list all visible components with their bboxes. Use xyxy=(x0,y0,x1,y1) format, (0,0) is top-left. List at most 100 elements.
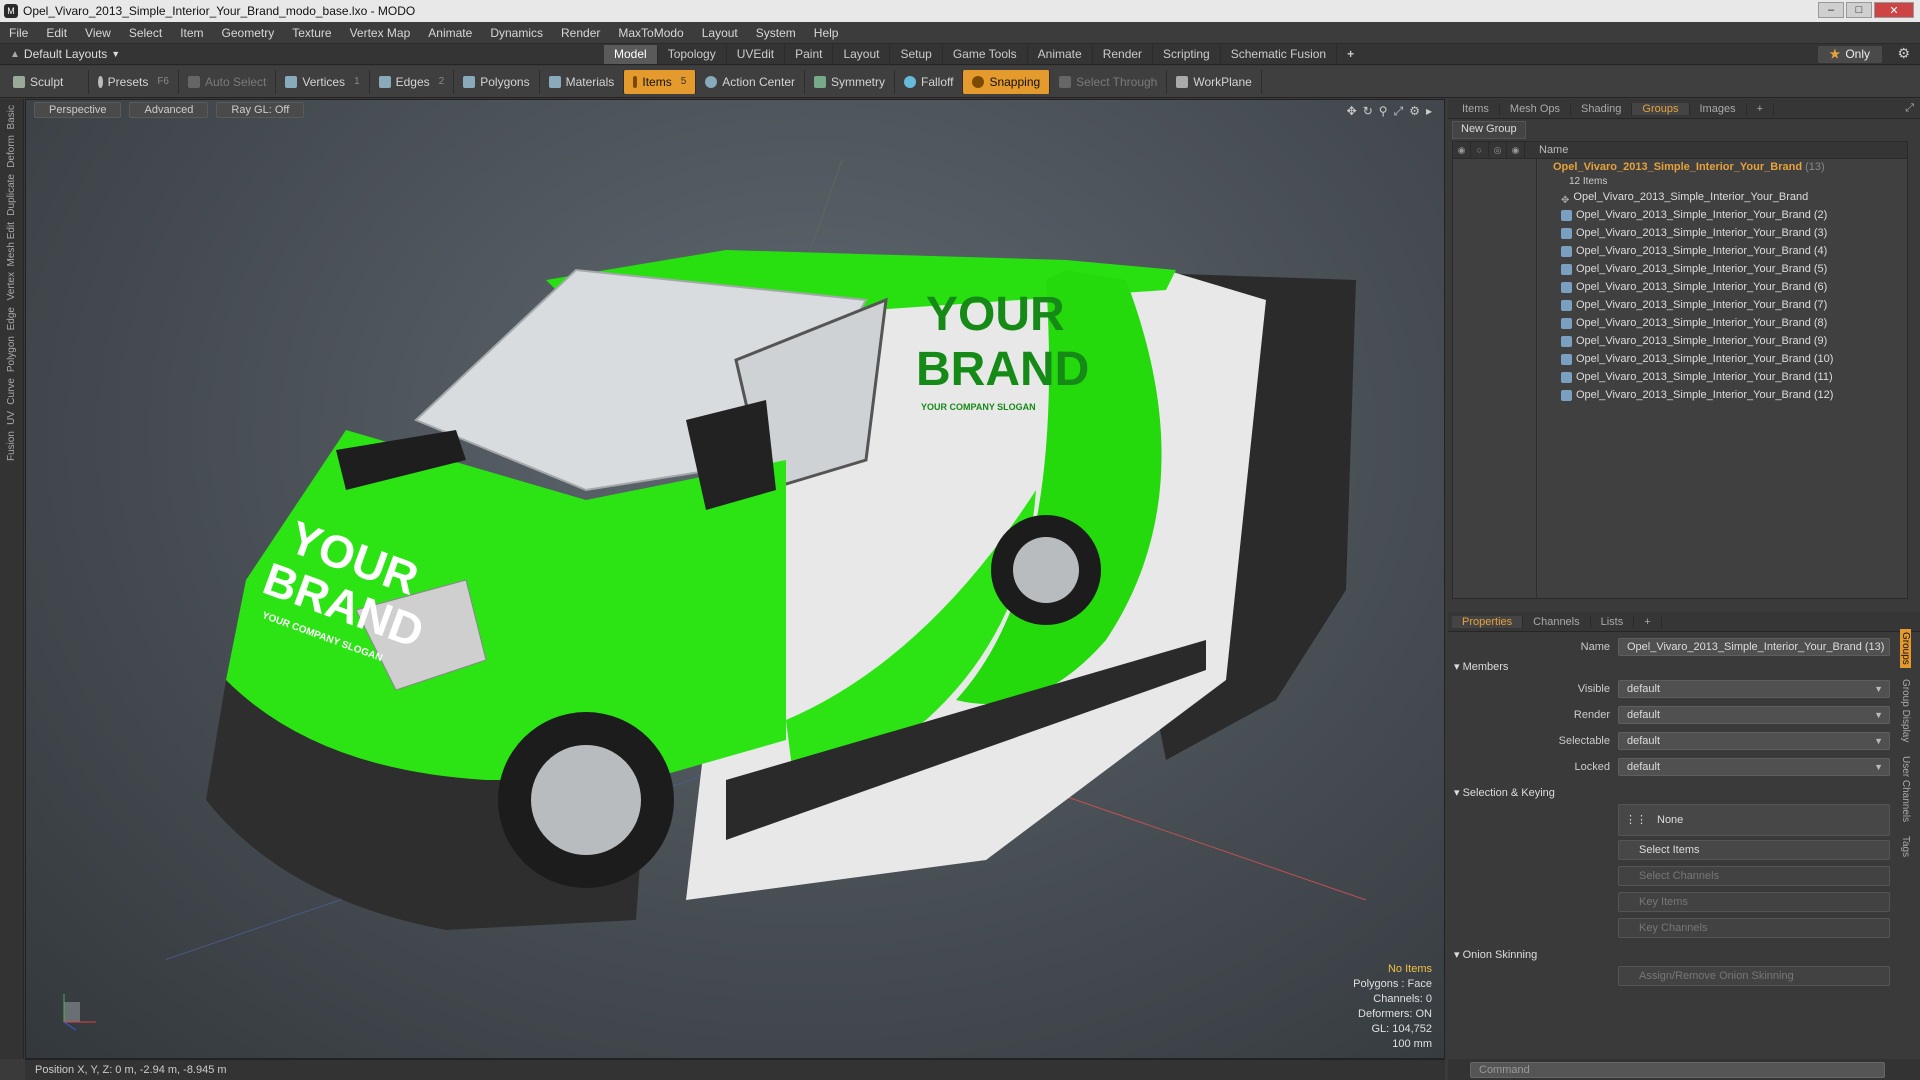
side-tab-group-display[interactable]: Group Display xyxy=(1900,676,1911,745)
visible-dropdown[interactable]: default ▼ xyxy=(1618,680,1890,698)
list-item[interactable]: Opel_Vivaro_2013_Simple_Interior_Your_Br… xyxy=(1541,224,1903,242)
add-panel-tab-button[interactable]: + xyxy=(1747,102,1775,115)
shading-mode-button[interactable]: Advanced xyxy=(129,102,209,118)
list-item[interactable]: Opel_Vivaro_2013_Simple_Interior_Your_Br… xyxy=(1541,296,1903,314)
menu-file[interactable]: File xyxy=(0,26,37,40)
tab-channels[interactable]: Channels xyxy=(1523,615,1591,628)
group-row[interactable]: Opel_Vivaro_2013_Simple_Interior_Your_Br… xyxy=(1541,160,1903,175)
left-tab-vertex[interactable]: Vertex xyxy=(6,272,17,300)
lock-icon[interactable]: ◉ xyxy=(1507,141,1525,159)
materials-button[interactable]: Materials xyxy=(540,69,625,94)
command-input[interactable]: Command xyxy=(1470,1061,1885,1078)
name-field[interactable]: Opel_Vivaro_2013_Simple_Interior_Your_Br… xyxy=(1618,638,1890,656)
list-item[interactable]: Opel_Vivaro_2013_Simple_Interior_Your_Br… xyxy=(1541,350,1903,368)
left-tab-fusion[interactable]: Fusion xyxy=(6,431,17,461)
onion-skinning-section[interactable]: ▾ Onion Skinning xyxy=(1454,948,1537,961)
only-button[interactable]: ★ Only xyxy=(1817,46,1882,63)
list-item[interactable]: Opel_Vivaro_2013_Simple_Interior_Your_Br… xyxy=(1541,386,1903,404)
members-section[interactable]: ▾ Members xyxy=(1454,660,1508,673)
rotate-icon[interactable]: ↻ xyxy=(1363,104,1373,119)
list-item[interactable]: Opel_Vivaro_2013_Simple_Interior_Your_Br… xyxy=(1541,278,1903,296)
pan-icon[interactable]: ✥ xyxy=(1347,104,1357,119)
selectable-dropdown[interactable]: default ▼ xyxy=(1618,732,1890,750)
tab-schematic-fusion[interactable]: Schematic Fusion xyxy=(1221,45,1338,64)
tab-images[interactable]: Images xyxy=(1690,102,1747,115)
items-button[interactable]: Items 5 xyxy=(624,69,697,94)
menu-geometry[interactable]: Geometry xyxy=(213,26,284,40)
side-tab-user-channels[interactable]: User Channels xyxy=(1900,753,1911,825)
gear-icon[interactable]: ⚙ xyxy=(1897,45,1910,62)
menu-vertex-map[interactable]: Vertex Map xyxy=(341,26,420,40)
tab-layout[interactable]: Layout xyxy=(833,45,891,64)
locked-dropdown[interactable]: default ▼ xyxy=(1618,758,1890,776)
left-tab-deform[interactable]: Deform xyxy=(6,135,17,168)
menu-help[interactable]: Help xyxy=(805,26,848,40)
left-tab-edge[interactable]: Edge xyxy=(6,307,17,330)
view-type-button[interactable]: Perspective xyxy=(34,102,122,118)
tab-game-tools[interactable]: Game Tools xyxy=(943,45,1028,64)
tab-groups[interactable]: Groups xyxy=(1632,102,1690,115)
workplane-button[interactable]: WorkPlane xyxy=(1167,69,1262,94)
select-items-button[interactable]: Select Items xyxy=(1618,840,1890,860)
add-tab-button[interactable]: + xyxy=(1337,45,1364,64)
polygons-button[interactable]: Polygons xyxy=(454,69,540,94)
list-item[interactable]: Opel_Vivaro_2013_Simple_Interior_Your_Br… xyxy=(1541,260,1903,278)
list-item[interactable]: Opel_Vivaro_2013_Simple_Interior_Your_Br… xyxy=(1541,206,1903,224)
menu-select[interactable]: Select xyxy=(120,26,171,40)
vertices-button[interactable]: Vertices 1 xyxy=(276,69,370,94)
key-channels-button[interactable]: Key Channels xyxy=(1618,918,1890,938)
viewport-menu-icon[interactable]: ▸ xyxy=(1426,104,1432,119)
selection-keying-section[interactable]: ▾ Selection & Keying xyxy=(1454,786,1555,799)
tab-setup[interactable]: Setup xyxy=(890,45,943,64)
minimize-button[interactable]: – xyxy=(1818,2,1844,18)
select-through-button[interactable]: Select Through xyxy=(1050,69,1168,94)
tab-mesh-ops[interactable]: Mesh Ops xyxy=(1500,102,1572,115)
menu-view[interactable]: View xyxy=(76,26,120,40)
menu-render[interactable]: Render xyxy=(552,26,609,40)
list-item[interactable]: Opel_Vivaro_2013_Simple_Interior_Your_Br… xyxy=(1541,314,1903,332)
menu-texture[interactable]: Texture xyxy=(283,26,340,40)
list-item[interactable]: Opel_Vivaro_2013_Simple_Interior_Your_Br… xyxy=(1541,332,1903,350)
menu-animate[interactable]: Animate xyxy=(419,26,481,40)
list-item[interactable]: ✥ Opel_Vivaro_2013_Simple_Interior_Your_B… xyxy=(1541,188,1903,206)
tab-paint[interactable]: Paint xyxy=(785,45,834,64)
menu-dynamics[interactable]: Dynamics xyxy=(481,26,552,40)
maximize-button[interactable]: □ xyxy=(1846,2,1872,18)
menu-item[interactable]: Item xyxy=(171,26,212,40)
side-tab-groups[interactable]: Groups xyxy=(1900,629,1911,668)
side-tab-tags[interactable]: Tags xyxy=(1900,833,1911,860)
left-tab-basic[interactable]: Basic xyxy=(6,105,17,129)
tab-animate[interactable]: Animate xyxy=(1028,45,1093,64)
select-channels-button[interactable]: Select Channels xyxy=(1618,866,1890,886)
symmetry-button[interactable]: Symmetry xyxy=(805,69,895,94)
menu-system[interactable]: System xyxy=(747,26,805,40)
select-col-icon[interactable]: ◎ xyxy=(1489,141,1507,159)
3d-viewport[interactable]: Perspective Advanced Ray GL: Off ✥ ↻ ⚲ ⤢… xyxy=(25,99,1445,1059)
edges-button[interactable]: Edges 2 xyxy=(370,69,455,94)
left-tab-polygon[interactable]: Polygon xyxy=(6,336,17,372)
render-dropdown[interactable]: default ▼ xyxy=(1618,706,1890,724)
add-properties-tab-button[interactable]: + xyxy=(1634,615,1662,628)
zoom-icon[interactable]: ⚲ xyxy=(1379,104,1388,119)
presets-button[interactable]: Presets F6 xyxy=(89,69,179,94)
tab-topology[interactable]: Topology xyxy=(658,45,727,64)
tab-items[interactable]: Items xyxy=(1452,102,1500,115)
viewport-gear-icon[interactable]: ⚙ xyxy=(1409,104,1420,119)
eye-icon[interactable]: ◉ xyxy=(1453,141,1471,159)
tab-uvedit[interactable]: UVEdit xyxy=(727,45,786,64)
menu-layout[interactable]: Layout xyxy=(693,26,747,40)
auto-select-button[interactable]: Auto Select xyxy=(179,69,277,94)
tab-render[interactable]: Render xyxy=(1093,45,1154,64)
assign-onion-button[interactable]: Assign/Remove Onion Skinning xyxy=(1618,966,1890,986)
left-tab-curve[interactable]: Curve xyxy=(6,378,17,405)
left-tab-duplicate[interactable]: Duplicate xyxy=(6,174,17,216)
tab-lists[interactable]: Lists xyxy=(1591,615,1635,628)
sculpt-button[interactable]: Sculpt xyxy=(4,69,89,94)
list-item[interactable]: Opel_Vivaro_2013_Simple_Interior_Your_Br… xyxy=(1541,242,1903,260)
left-tab-mesh-edit[interactable]: Mesh Edit xyxy=(6,222,17,266)
left-tab-uv[interactable]: UV xyxy=(6,411,17,425)
menu-maxtomodo[interactable]: MaxToModo xyxy=(609,26,692,40)
tab-model[interactable]: Model xyxy=(604,45,658,64)
key-items-button[interactable]: Key Items xyxy=(1618,892,1890,912)
layout-selector[interactable]: ▲ Default Layouts ▼ xyxy=(0,47,130,61)
